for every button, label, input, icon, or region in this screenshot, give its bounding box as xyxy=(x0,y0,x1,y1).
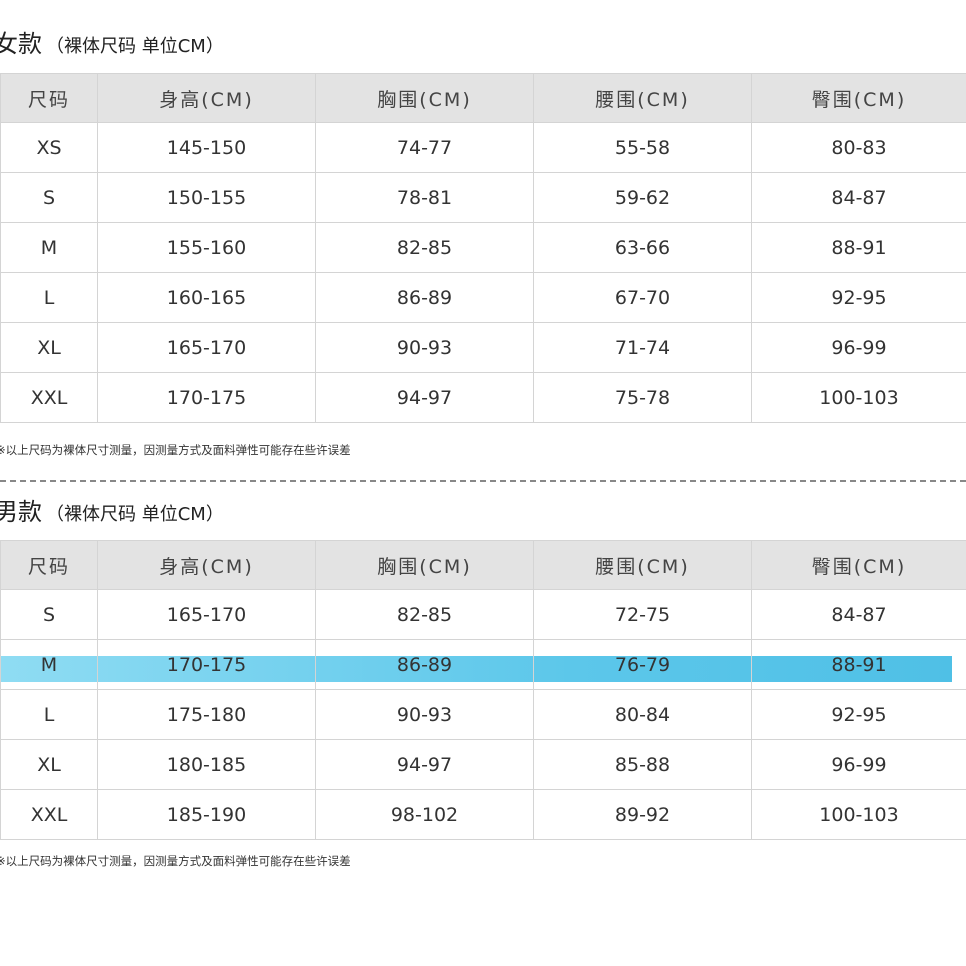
cell-hip: 100-103 xyxy=(751,372,966,423)
header-chest: 胸围(CM) xyxy=(315,540,534,590)
cell-chest: 86-89 xyxy=(315,272,534,323)
cell-size: XXL xyxy=(0,789,98,840)
women-title: 女款 xyxy=(0,30,42,58)
cell-hip: 92-95 xyxy=(751,689,966,740)
cell-chest: 98-102 xyxy=(315,789,534,840)
women-size-table: 尺码 身高(CM) 胸围(CM) 腰围(CM) 臀围(CM) XS 145-150… xyxy=(0,73,966,423)
cell-size: S xyxy=(0,172,98,223)
cell-size: M xyxy=(0,639,98,690)
cell-size: XXL xyxy=(0,372,98,423)
cell-waist: 72-75 xyxy=(533,589,752,640)
cell-waist: 89-92 xyxy=(533,789,752,840)
cell-size: XS xyxy=(0,122,98,173)
cell-hip: 96-99 xyxy=(751,322,966,373)
table-row: L 175-180 90-93 80-84 92-95 xyxy=(0,689,966,740)
cell-height: 160-165 xyxy=(97,272,316,323)
table-header-row: 尺码 身高(CM) 胸围(CM) 腰围(CM) 臀围(CM) xyxy=(0,73,966,123)
table-row: M 155-160 82-85 63-66 88-91 xyxy=(0,222,966,273)
cell-chest: 94-97 xyxy=(315,739,534,790)
cell-size: S xyxy=(0,589,98,640)
header-hip: 臀围(CM) xyxy=(751,540,966,590)
cell-hip: 88-91 xyxy=(751,222,966,273)
cell-waist: 67-70 xyxy=(533,272,752,323)
cell-chest: 74-77 xyxy=(315,122,534,173)
section-divider xyxy=(0,480,966,482)
table-row: S 165-170 82-85 72-75 84-87 xyxy=(0,589,966,640)
cell-height: 145-150 xyxy=(97,122,316,173)
table-row: XL 165-170 90-93 71-74 96-99 xyxy=(0,322,966,373)
header-waist: 腰围(CM) xyxy=(533,540,752,590)
table-row: XXL 185-190 98-102 89-92 100-103 xyxy=(0,789,966,840)
cell-hip: 84-87 xyxy=(751,172,966,223)
table-row: L 160-165 86-89 67-70 92-95 xyxy=(0,272,966,323)
table-row: S 150-155 78-81 59-62 84-87 xyxy=(0,172,966,223)
cell-hip: 84-87 xyxy=(751,589,966,640)
header-hip: 臀围(CM) xyxy=(751,73,966,123)
cell-hip: 80-83 xyxy=(751,122,966,173)
cell-hip: 100-103 xyxy=(751,789,966,840)
header-waist: 腰围(CM) xyxy=(533,73,752,123)
cell-waist: 75-78 xyxy=(533,372,752,423)
cell-size: L xyxy=(0,272,98,323)
men-table-body: S 165-170 82-85 72-75 84-87 M 170-175 86-89 76-7… xyxy=(0,589,966,840)
table-row: M 170-175 86-89 76-79 88-91 xyxy=(0,639,966,690)
table-header-row: 尺码 身高(CM) 胸围(CM) 腰围(CM) 臀围(CM) xyxy=(0,540,966,590)
cell-height: 165-170 xyxy=(97,322,316,373)
table-row: XS 145-150 74-77 55-58 80-83 xyxy=(0,122,966,173)
cell-height: 170-175 xyxy=(97,639,316,690)
cell-waist: 55-58 xyxy=(533,122,752,173)
cell-waist: 76-79 xyxy=(533,639,752,690)
cell-height: 185-190 xyxy=(97,789,316,840)
cell-height: 175-180 xyxy=(97,689,316,740)
cell-chest: 90-93 xyxy=(315,689,534,740)
cell-waist: 85-88 xyxy=(533,739,752,790)
table-row: XL 180-185 94-97 85-88 96-99 xyxy=(0,739,966,790)
women-note: ※以上尺码为裸体尺寸测量，因测量方式及面料弹性可能存在些许误差 xyxy=(0,443,351,457)
cell-size: L xyxy=(0,689,98,740)
men-section-title: 男款 （裸体尺码 单位CM） xyxy=(0,492,224,532)
men-subtitle: （裸体尺码 单位CM） xyxy=(46,504,224,525)
cell-chest: 94-97 xyxy=(315,372,534,423)
cell-chest: 90-93 xyxy=(315,322,534,373)
header-chest: 胸围(CM) xyxy=(315,73,534,123)
men-size-table: 尺码 身高(CM) 胸围(CM) 腰围(CM) 臀围(CM) S 165-170 8… xyxy=(0,540,966,840)
women-table-body: XS 145-150 74-77 55-58 80-83 S 150-155 78-81 59-… xyxy=(0,122,966,423)
cell-waist: 80-84 xyxy=(533,689,752,740)
cell-chest: 86-89 xyxy=(315,639,534,690)
cell-size: XL xyxy=(0,322,98,373)
table-row: XXL 170-175 94-97 75-78 100-103 xyxy=(0,372,966,423)
women-section-title: 女款 （裸体尺码 单位CM） xyxy=(0,24,224,64)
header-height: 身高(CM) xyxy=(97,540,316,590)
cell-size: M xyxy=(0,222,98,273)
cell-size: XL xyxy=(0,739,98,790)
cell-chest: 82-85 xyxy=(315,589,534,640)
header-height: 身高(CM) xyxy=(97,73,316,123)
cell-hip: 88-91 xyxy=(751,639,966,690)
cell-waist: 71-74 xyxy=(533,322,752,373)
cell-waist: 63-66 xyxy=(533,222,752,273)
header-size: 尺码 xyxy=(0,540,98,590)
cell-chest: 78-81 xyxy=(315,172,534,223)
cell-height: 170-175 xyxy=(97,372,316,423)
cell-hip: 92-95 xyxy=(751,272,966,323)
cell-hip: 96-99 xyxy=(751,739,966,790)
men-note: ※以上尺码为裸体尺寸测量，因测量方式及面料弹性可能存在些许误差 xyxy=(0,854,351,868)
men-title: 男款 xyxy=(0,498,42,526)
cell-height: 165-170 xyxy=(97,589,316,640)
header-size: 尺码 xyxy=(0,73,98,123)
cell-height: 155-160 xyxy=(97,222,316,273)
women-subtitle: （裸体尺码 单位CM） xyxy=(46,36,224,57)
cell-height: 180-185 xyxy=(97,739,316,790)
cell-chest: 82-85 xyxy=(315,222,534,273)
cell-height: 150-155 xyxy=(97,172,316,223)
cell-waist: 59-62 xyxy=(533,172,752,223)
